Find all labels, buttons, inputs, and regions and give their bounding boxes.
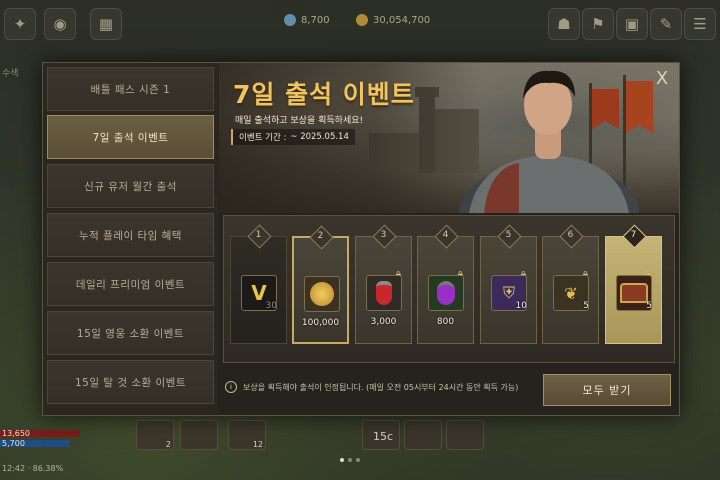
reward-quantity: 800 — [436, 317, 455, 327]
hp-text: 13,650 — [2, 429, 30, 438]
eye-icon[interactable]: ◉ — [44, 8, 76, 40]
sidebar-item-new-user-monthly[interactable]: 신규 유저 월간 출석 — [47, 164, 214, 208]
inventory-icon[interactable]: ▣ — [616, 8, 648, 40]
currency-crystal: 8,700 — [284, 14, 330, 26]
sidebar-item-label: 15일 탈 것 소환 이벤트 — [75, 376, 186, 389]
reward-card-day-2[interactable]: 2 100,000 — [292, 225, 349, 344]
sidebar-item-label: 배틀 패스 시즌 1 — [90, 83, 171, 96]
day-number: 3 — [380, 230, 387, 240]
event-banner: 7일 출석 이벤트 매일 출석하고 보상을 획득하세요! 이벤트 기간 : ~ … — [219, 63, 679, 213]
purple-potion-icon — [428, 275, 464, 311]
mp-text: 5,700 — [2, 439, 25, 448]
reward-card-day-6[interactable]: 6 🔒 ❦ 5 — [542, 224, 599, 344]
reward-quantity: 30 — [265, 301, 277, 311]
currency-gold-value: 30,054,700 — [373, 14, 431, 26]
menu-icon[interactable]: ☰ — [684, 8, 716, 40]
sidebar-item-label: 15일 영웅 소환 이벤트 — [76, 327, 185, 340]
left-hud-label: 수색 — [2, 69, 19, 79]
event-period-value: ~ 2025.05.14 — [290, 132, 349, 142]
sidebar-item-battle-pass[interactable]: 배틀 패스 시즌 1 — [47, 67, 214, 111]
sidebar-item-label: 누적 플레이 타임 혜택 — [79, 229, 182, 242]
attendance-modal: 배틀 패스 시즌 1 7일 출석 이벤트 신규 유저 월간 출석 누적 플레이 … — [42, 62, 680, 416]
event-title: 7일 출석 이벤트 — [233, 80, 415, 109]
gold-icon — [356, 14, 368, 26]
reward-card-day-7[interactable]: 7 🔒 5 — [605, 224, 662, 344]
sidebar-item-label: 데일리 프리미엄 이벤트 — [75, 278, 186, 291]
quickslot-food[interactable]: 2 — [136, 420, 174, 450]
event-period-label: 이벤트 기간 : — [239, 133, 287, 143]
top-hud: ✦ ◉ ▦ 8,700 30,054,700 ☗ ⚑ ▣ ✎ ☰ — [0, 0, 720, 48]
skill-slot-2[interactable] — [404, 420, 442, 450]
reward-quantity: 3,000 — [370, 317, 397, 327]
quickslot-food-2[interactable] — [180, 420, 218, 450]
reward-quantity: 5 — [583, 301, 589, 311]
reward-quantity: 5 — [646, 301, 652, 311]
reward-quantity: 100,000 — [301, 318, 340, 328]
skill-cooldown: 15c — [372, 430, 393, 443]
info-icon: i — [225, 381, 237, 393]
quest-icon[interactable]: ✎ — [650, 8, 682, 40]
sidebar-item-daily-premium[interactable]: 데일리 프리미엄 이벤트 — [47, 262, 214, 306]
character-icon[interactable]: ☗ — [548, 8, 580, 40]
quickslot-count: 2 — [165, 440, 171, 449]
skill-slot[interactable]: 15c — [362, 420, 400, 450]
sidebar-item-7day-attendance[interactable]: 7일 출석 이벤트 — [47, 115, 214, 159]
map-icon[interactable]: ✦ — [4, 8, 36, 40]
day-number: 2 — [317, 231, 324, 241]
day-number: 4 — [442, 230, 449, 240]
day-number: 6 — [567, 230, 574, 240]
guild-icon[interactable]: ⚑ — [582, 8, 614, 40]
quickslot-potion[interactable]: 12 — [228, 420, 266, 450]
day-number: 7 — [630, 230, 637, 240]
reward-card-day-1[interactable]: 1 V 30 — [230, 224, 287, 344]
sidebar-item-mount-summon[interactable]: 15일 탈 것 소환 이벤트 — [47, 360, 214, 404]
footer-note-text: 보상을 획득해야 출석이 인정됩니다. (매일 오전 05시부터 24시간 동안… — [243, 382, 519, 392]
event-subtitle: 매일 출석하고 보상을 획득하세요! — [235, 116, 364, 126]
close-icon: X — [655, 67, 669, 89]
reward-card-day-3[interactable]: 3 🔒 3,000 — [355, 224, 412, 344]
reward-panel: 1 V 30 2 100,000 3 🔒 3,000 4 🔒 800 5 🔒 — [223, 215, 675, 363]
day-number: 1 — [255, 230, 262, 240]
reward-card-day-4[interactable]: 4 🔒 800 — [417, 224, 474, 344]
skill-slot-3[interactable] — [446, 420, 484, 450]
gift-icon[interactable]: ▦ — [90, 8, 122, 40]
sidebar-item-label: 신규 유저 월간 출석 — [84, 180, 177, 193]
reward-card-day-5[interactable]: 5 🔒 ⛨ 10 — [480, 224, 537, 344]
page-indicator — [340, 458, 360, 462]
event-sidebar: 배틀 패스 시즌 1 7일 출석 이벤트 신규 유저 월간 출석 누적 플레이 … — [43, 63, 218, 415]
close-button[interactable]: X — [651, 67, 673, 89]
day-number: 5 — [505, 230, 512, 240]
sidebar-item-hero-summon[interactable]: 15일 영웅 소환 이벤트 — [47, 311, 214, 355]
claim-all-button[interactable]: 모두 받기 — [543, 374, 671, 406]
currency-gold: 30,054,700 — [356, 14, 430, 26]
reward-quantity: 10 — [515, 301, 527, 311]
sidebar-item-label: 7일 출석 이벤트 — [92, 131, 169, 144]
bottom-hud — [0, 410, 720, 480]
red-potion-icon — [366, 275, 402, 311]
gold-coin-icon — [304, 276, 340, 312]
currency-crystal-value: 8,700 — [301, 14, 330, 26]
event-period: 이벤트 기간 : ~ 2025.05.14 — [231, 129, 355, 145]
sidebar-item-playtime[interactable]: 누적 플레이 타임 혜택 — [47, 213, 214, 257]
footer-note: i 보상을 획득해야 출석이 인정됩니다. (매일 오전 05시부터 24시간 … — [225, 381, 518, 393]
quickslot-count: 12 — [252, 440, 263, 449]
status-text: 12:42 · 86.38% — [2, 464, 64, 473]
crystal-icon — [284, 14, 296, 26]
